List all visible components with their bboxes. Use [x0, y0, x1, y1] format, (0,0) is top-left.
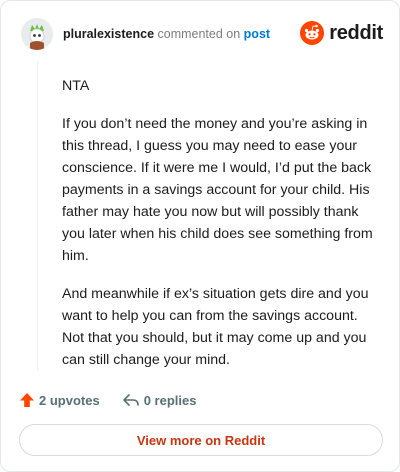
comment-embed-card: pluralexistence commented on post reddit…	[0, 0, 400, 472]
comment-paragraph: And meanwhile if ex’s situation gets dir…	[62, 286, 369, 368]
reddit-snoo-icon	[300, 21, 325, 45]
avatar[interactable]	[21, 18, 53, 50]
comment-footer: 2 upvotes 0 replies	[19, 389, 196, 411]
username-link[interactable]: pluralexistence	[63, 27, 154, 41]
brand-wordmark: reddit	[329, 21, 383, 44]
comment-header: pluralexistence commented on post	[21, 17, 270, 51]
user-avatar-icon	[21, 18, 53, 50]
thread-line	[37, 61, 38, 371]
upvote-arrow-icon[interactable]	[19, 392, 35, 408]
reply-icon[interactable]	[122, 392, 140, 408]
action-text: commented on	[157, 27, 241, 41]
reply-count: 0 replies	[143, 392, 197, 408]
comment-paragraph: If you don’t need the money and you’re a…	[62, 116, 373, 264]
comment-body: NTA If you don’t need the money and you’…	[62, 75, 380, 387]
comment-paragraph: NTA	[62, 78, 90, 94]
post-link[interactable]: post	[244, 27, 270, 41]
reply-stat[interactable]: 0 replies	[122, 392, 197, 408]
comment-meta: pluralexistence commented on post	[63, 26, 270, 42]
reddit-logo[interactable]: reddit	[300, 21, 383, 45]
upvote-stat[interactable]: 2 upvotes	[19, 392, 100, 408]
view-more-button[interactable]: View more on Reddit	[19, 424, 383, 456]
upvote-count: 2 upvotes	[39, 392, 100, 408]
